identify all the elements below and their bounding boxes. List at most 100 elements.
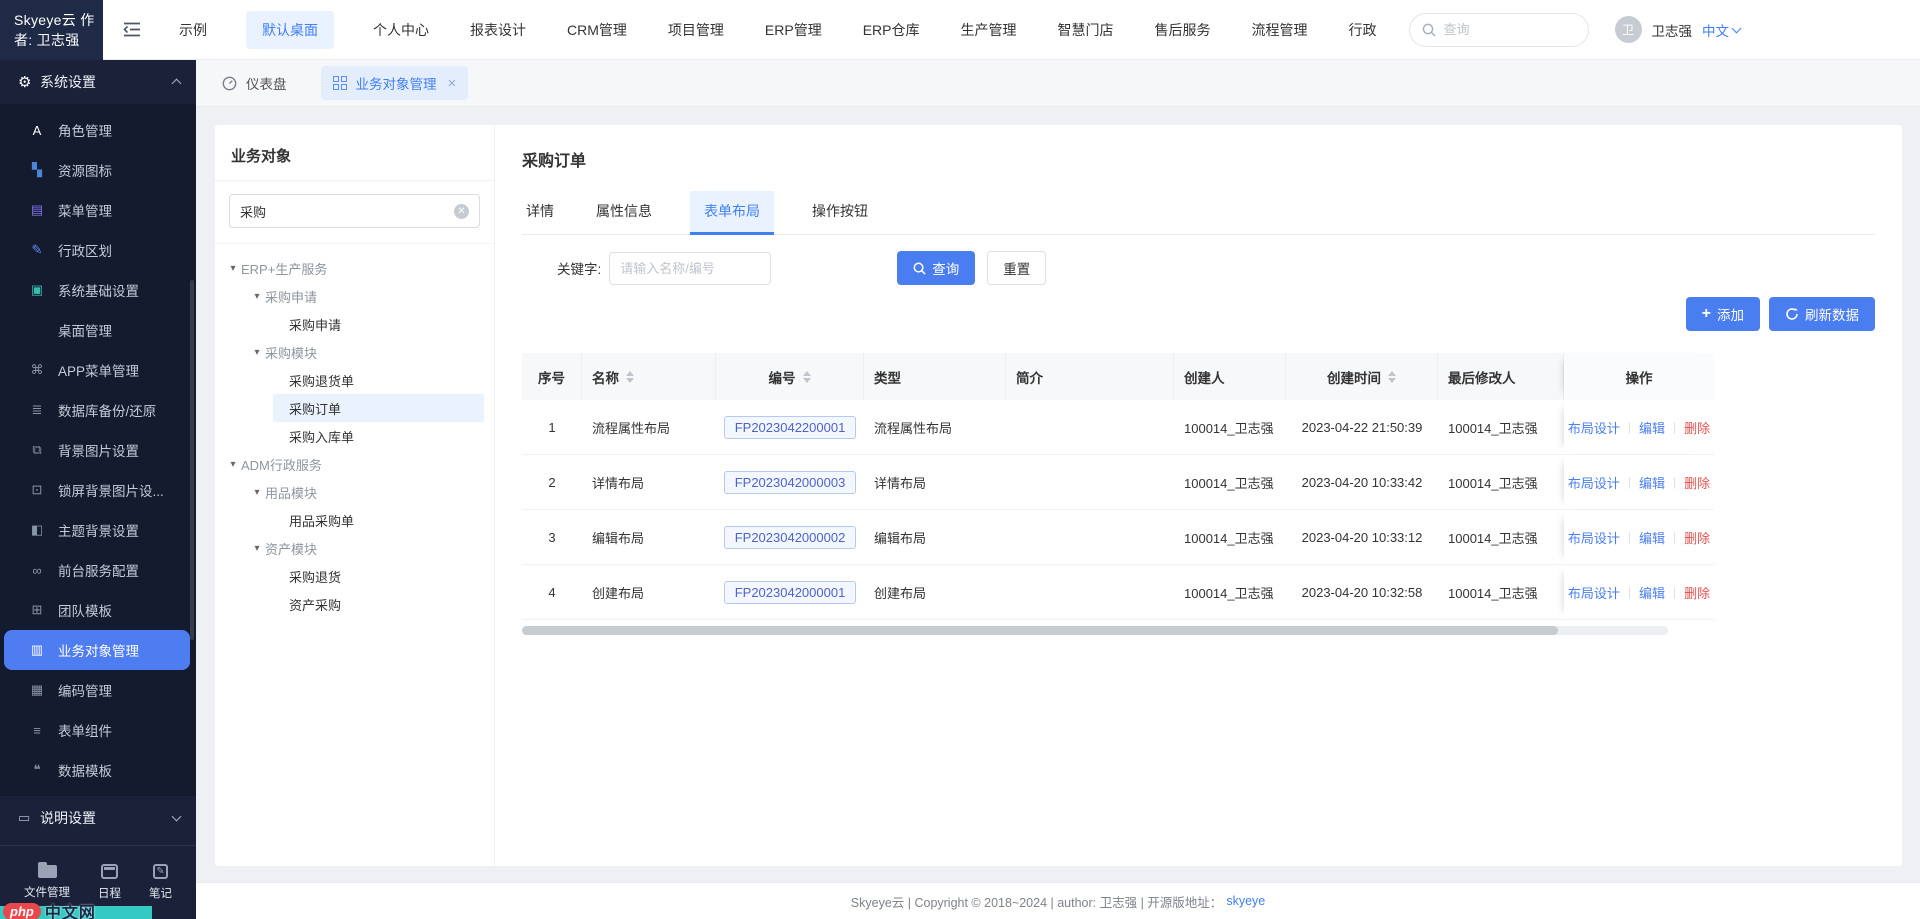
tree-expand-icon[interactable]: ▾: [225, 263, 241, 274]
sidebar-item[interactable]: A 角色管理: [0, 110, 196, 150]
top-nav-item[interactable]: 流程管理: [1250, 11, 1310, 49]
top-nav-item[interactable]: 行政: [1347, 11, 1379, 49]
tree-expand-icon[interactable]: ▾: [249, 487, 265, 498]
sidebar-item[interactable]: ⊞ 团队模板: [0, 590, 196, 630]
layout-design-link[interactable]: 布局设计: [1568, 473, 1620, 492]
top-nav-item[interactable]: 报表设计: [468, 11, 528, 49]
top-nav-item[interactable]: ERP管理: [763, 11, 824, 49]
tree-node[interactable]: ▾ 采购订单: [273, 394, 484, 422]
edit-link[interactable]: 编辑: [1639, 418, 1665, 437]
sidebar-item[interactable]: ✎ 行政区划: [0, 230, 196, 270]
tree-node[interactable]: ▾ 用品模块: [249, 478, 484, 506]
edit-link[interactable]: 编辑: [1639, 583, 1665, 602]
sidebar-item[interactable]: 桌面管理: [0, 310, 196, 350]
tree-node[interactable]: ▾ 采购退货: [273, 562, 484, 590]
sidebar-item[interactable]: ≡ 表单组件: [0, 710, 196, 750]
close-icon[interactable]: ×: [448, 75, 457, 92]
top-nav-item[interactable]: CRM管理: [565, 11, 629, 49]
tree-node[interactable]: ▾ 采购申请: [273, 310, 484, 338]
top-nav-item[interactable]: 个人中心: [371, 11, 431, 49]
user-name[interactable]: 卫志强: [1652, 20, 1693, 40]
horizontal-scrollbar[interactable]: [522, 626, 1668, 635]
col-code[interactable]: 编号: [716, 353, 864, 400]
tab-business-object-manage[interactable]: 业务对象管理 ×: [321, 66, 469, 100]
tree-node[interactable]: ▾ 采购退货单: [273, 366, 484, 394]
search-button[interactable]: 查询: [897, 251, 975, 285]
top-nav-item[interactable]: 项目管理: [666, 11, 726, 49]
sidebar-item[interactable]: ▣ 系统基础设置: [0, 270, 196, 310]
sort-icon[interactable]: [803, 371, 811, 383]
top-nav-item[interactable]: ERP仓库: [861, 11, 922, 49]
tree-node[interactable]: ▾ 采购申请: [249, 282, 484, 310]
dock-item-files[interactable]: 文件管理: [24, 865, 70, 900]
top-nav-item[interactable]: 示例: [177, 11, 209, 49]
layout-design-link[interactable]: 布局设计: [1568, 583, 1620, 602]
refresh-button[interactable]: 刷新数据: [1769, 297, 1875, 331]
clear-icon[interactable]: ✕: [454, 204, 469, 219]
avatar[interactable]: 卫: [1615, 16, 1642, 43]
sidebar-item[interactable]: ⧉ 背景图片设置: [0, 430, 196, 470]
sidebar-item[interactable]: ⊡ 锁屏背景图片设...: [0, 470, 196, 510]
sidebar-item[interactable]: ≣ 数据库备份/还原: [0, 390, 196, 430]
layout-design-link[interactable]: 布局设计: [1568, 418, 1620, 437]
tree-node[interactable]: ▾ 采购模块: [249, 338, 484, 366]
delete-link[interactable]: 删除: [1684, 583, 1710, 602]
tree-expand-icon[interactable]: ▾: [249, 543, 265, 554]
keyword-input[interactable]: [609, 252, 771, 285]
opensource-link[interactable]: skyeye: [1226, 894, 1265, 908]
add-button[interactable]: + 添加: [1686, 297, 1760, 331]
detail-tab[interactable]: 详情: [522, 191, 558, 234]
code-tag[interactable]: FP2023042000001: [724, 581, 857, 604]
top-nav-item[interactable]: 生产管理: [959, 11, 1019, 49]
sidebar-item[interactable]: ∞ 前台服务配置: [0, 550, 196, 590]
sidebar-scrollbar[interactable]: [190, 280, 194, 640]
tree-node[interactable]: ▾ ERP+生产服务: [225, 254, 484, 282]
tree-search-input[interactable]: [240, 204, 454, 219]
tree-expand-icon[interactable]: ▾: [249, 291, 265, 302]
sidebar-collapse-icon[interactable]: [123, 22, 141, 37]
tree-search-box[interactable]: ✕: [229, 194, 480, 228]
sidebar-item[interactable]: ◧ 主题背景设置: [0, 510, 196, 550]
code-tag[interactable]: FP2023042200001: [724, 416, 857, 439]
dock-item-notes[interactable]: ✎ 笔记: [149, 864, 172, 901]
top-nav-item[interactable]: 默认桌面: [246, 11, 334, 49]
top-nav-item[interactable]: 售后服务: [1153, 11, 1213, 49]
sidebar-item[interactable]: ▤ 菜单管理: [0, 190, 196, 230]
sidebar-item[interactable]: ⌘ APP菜单管理: [0, 350, 196, 390]
sidebar-group[interactable]: ▭ 说明设置: [0, 796, 196, 840]
tree-node[interactable]: ▾ 资产采购: [273, 590, 484, 618]
detail-tab[interactable]: 属性信息: [592, 191, 656, 234]
delete-link[interactable]: 删除: [1684, 528, 1710, 547]
sort-icon[interactable]: [626, 371, 634, 383]
col-name[interactable]: 名称: [582, 353, 716, 400]
tree-node[interactable]: ▾ 资产模块: [249, 534, 484, 562]
global-search[interactable]: [1409, 13, 1589, 47]
delete-link[interactable]: 删除: [1684, 418, 1710, 437]
tree-node[interactable]: ▾ ADM行政服务: [225, 450, 484, 478]
sidebar-item[interactable]: ▥ 业务对象管理: [4, 630, 190, 670]
sort-icon[interactable]: [1388, 371, 1396, 383]
code-tag[interactable]: FP2023042000003: [724, 471, 857, 494]
tree-node[interactable]: ▾ 用品采购单: [273, 506, 484, 534]
detail-tab[interactable]: 表单布局: [690, 191, 774, 234]
reset-button[interactable]: 重置: [987, 251, 1046, 285]
edit-link[interactable]: 编辑: [1639, 473, 1665, 492]
sidebar-group-system-settings[interactable]: ⚙ 系统设置: [0, 60, 196, 104]
scrollbar-thumb[interactable]: [522, 626, 1558, 635]
col-created[interactable]: 创建时间: [1286, 353, 1438, 400]
delete-link[interactable]: 删除: [1684, 473, 1710, 492]
tab-dashboard[interactable]: 仪表盘: [222, 73, 287, 93]
layout-design-link[interactable]: 布局设计: [1568, 528, 1620, 547]
tree-expand-icon[interactable]: ▾: [249, 347, 265, 358]
top-nav-item[interactable]: 智慧门店: [1056, 11, 1116, 49]
sidebar-item[interactable]: ▚ 资源图标: [0, 150, 196, 190]
tree-expand-icon[interactable]: ▾: [225, 459, 241, 470]
global-search-input[interactable]: [1444, 22, 1554, 37]
edit-link[interactable]: 编辑: [1639, 528, 1665, 547]
sidebar-item[interactable]: ❝ 数据模板: [0, 750, 196, 790]
code-tag[interactable]: FP2023042000002: [724, 526, 857, 549]
detail-tab[interactable]: 操作按钮: [808, 191, 872, 234]
language-switcher[interactable]: 中文: [1702, 20, 1740, 40]
tree-node[interactable]: ▾ 采购入库单: [273, 422, 484, 450]
dock-item-schedule[interactable]: 日程: [98, 864, 121, 901]
